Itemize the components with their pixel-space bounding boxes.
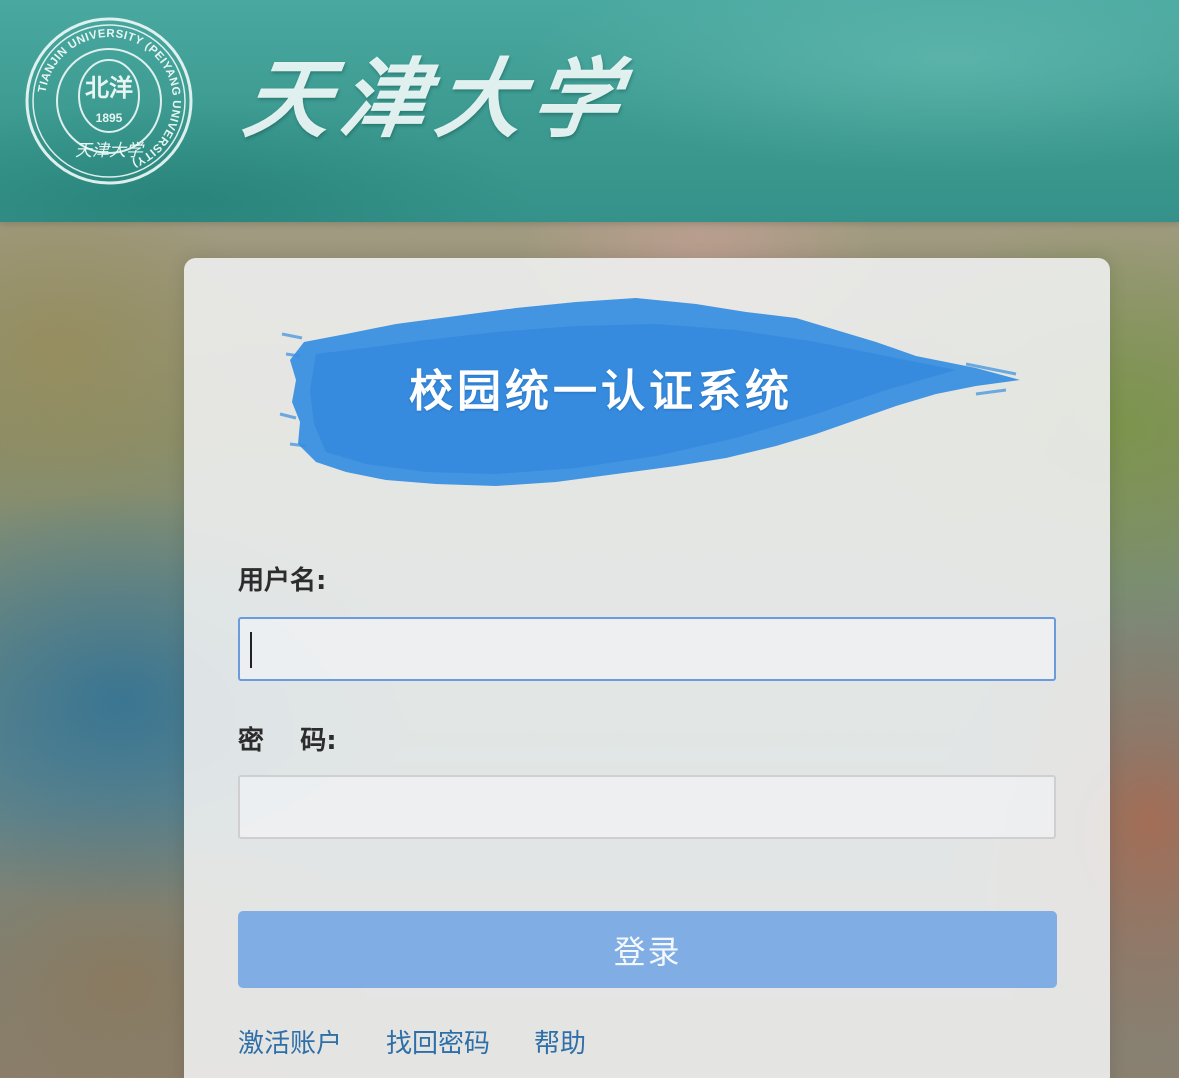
text-cursor [250,632,252,668]
login-card: 校园统一认证系统 用户名: 密 码: 登录 激活账户 找回密码 帮助 [184,258,1110,1078]
login-button[interactable]: 登录 [238,911,1057,988]
help-link[interactable]: 帮助 [534,1024,586,1064]
recover-password-link[interactable]: 找回密码 [386,1024,490,1064]
site-header: TIANJIN UNIVERSITY (PEIYANG UNIVERSITY) … [0,0,1179,222]
password-label: 密 码: [238,726,337,756]
account-links: 激活账户 找回密码 帮助 [238,1024,586,1064]
activate-account-link[interactable]: 激活账户 [238,1024,342,1064]
username-label: 用户名: [238,566,327,596]
system-title-banner: 校园统一认证系统 [276,294,1022,490]
university-seal-icon: TIANJIN UNIVERSITY (PEIYANG UNIVERSITY) … [24,16,194,186]
seal-center-text: 北洋 [85,73,133,102]
username-input[interactable] [238,617,1056,681]
password-input[interactable] [238,775,1056,839]
seal-bottom-text: 天津大学 [75,141,145,161]
system-title: 校园统一认证系统 [409,366,793,417]
seal-year-text: 1895 [96,111,123,125]
university-name-logo: 天津大学 [237,49,637,150]
